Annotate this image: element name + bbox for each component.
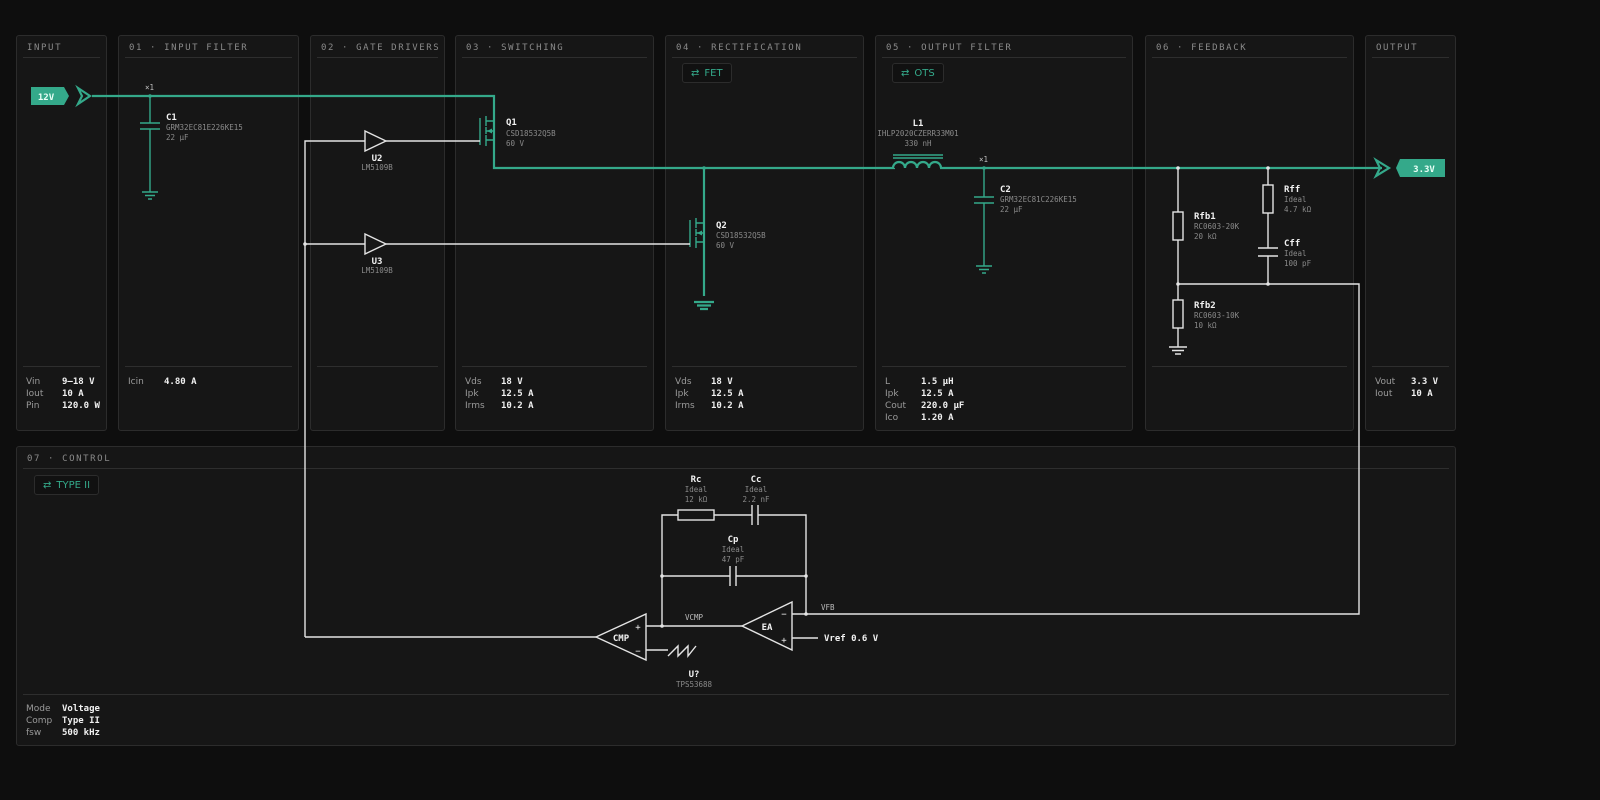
svg-text:+: + xyxy=(635,623,641,633)
q2-part: CSD18532Q5B xyxy=(716,231,766,240)
input-port[interactable]: 12V xyxy=(31,84,92,108)
u7-ref: U? xyxy=(689,670,700,680)
net-vfb: VFB xyxy=(821,603,835,612)
cp-value: 47 pF xyxy=(722,555,745,564)
rfb2-ref: Rfb2 xyxy=(1194,301,1216,311)
q1-value: 60 V xyxy=(506,139,525,148)
c2-part: GRM32EC81C226KE15 xyxy=(1000,195,1077,204)
q1-ref: Q1 xyxy=(506,118,517,128)
feedback-divider xyxy=(806,166,1360,615)
svg-text:+: + xyxy=(781,636,787,646)
inductor-l1[interactable]: L1 IHLP2020CZERR33M01 330 nH xyxy=(877,119,959,169)
net-vcmp: VCMP xyxy=(685,613,704,622)
ea-label: EA xyxy=(762,623,773,633)
cp-ref: Cp xyxy=(728,535,739,545)
capacitor-cp[interactable]: Cp Ideal 47 pF xyxy=(722,535,745,586)
capacitor-cc[interactable]: Cc Ideal 2.2 nF xyxy=(742,475,770,525)
c1-ref: C1 xyxy=(166,113,177,123)
l1-value: 330 nH xyxy=(904,139,932,148)
cc-ref: Cc xyxy=(751,475,762,485)
rc-ref: Rc xyxy=(691,475,702,485)
rc-part: Ideal xyxy=(685,485,708,494)
rff-part: Ideal xyxy=(1284,195,1307,204)
c1-multiplier: ×1 xyxy=(145,83,154,92)
output-port[interactable]: 3.3V xyxy=(1373,157,1445,179)
driver-u3[interactable]: U3 LM5109B xyxy=(361,232,393,275)
rff-ref: Rff xyxy=(1284,185,1300,195)
c2-ref: C2 xyxy=(1000,185,1011,195)
cff-value: 100 pF xyxy=(1284,259,1312,268)
driver-u2[interactable]: U2 LM5109B xyxy=(361,129,393,172)
cc-value: 2.2 nF xyxy=(742,495,770,504)
q1-part: CSD18532Q5B xyxy=(506,129,556,138)
capacitor-c1[interactable]: ×1 C1 GRM32EC81E226KE15 22 µF xyxy=(140,83,243,200)
l1-ref: L1 xyxy=(913,119,924,129)
u2-part: LM5109B xyxy=(361,163,393,172)
wire-vin-to-switch-node xyxy=(92,94,895,170)
u7-part: TPS53688 xyxy=(676,680,713,689)
error-amplifier-ea[interactable]: EA − + Vref 0.6 V xyxy=(740,600,879,652)
cc-part: Ideal xyxy=(745,485,768,494)
resistor-rff[interactable]: Rff Ideal 4.7 kΩ xyxy=(1262,184,1312,214)
output-port-label: 3.3V xyxy=(1413,165,1435,175)
resistor-rfb2[interactable]: Rfb2 RC0603-10K 10 kΩ xyxy=(1172,299,1240,330)
wire-gate-high xyxy=(304,140,480,637)
capacitor-cff[interactable]: Cff Ideal 100 pF xyxy=(1258,239,1312,268)
rc-value: 12 kΩ xyxy=(685,495,708,504)
c2-value: 22 µF xyxy=(1000,205,1023,214)
rfb2-part: RC0603-10K xyxy=(1194,311,1240,320)
svg-text:−: − xyxy=(635,647,641,657)
resistor-rfb1[interactable]: Rfb1 RC0603-20K 20 kΩ xyxy=(1172,211,1240,241)
mosfet-q2[interactable]: Q2 CSD18532Q5B 60 V xyxy=(689,166,766,311)
rff-value: 4.7 kΩ xyxy=(1284,205,1312,214)
q2-ref: Q2 xyxy=(716,221,727,231)
input-port-label: 12V xyxy=(38,93,55,103)
controller-u7[interactable]: U? TPS53688 xyxy=(676,670,713,689)
c1-part: GRM32EC81E226KE15 xyxy=(166,123,243,132)
cmp-label: CMP xyxy=(613,634,630,644)
cff-part: Ideal xyxy=(1284,249,1307,258)
capacitor-c2[interactable]: ×1 C2 GRM32EC81C226KE15 22 µF xyxy=(974,155,1077,274)
rfb1-value: 20 kΩ xyxy=(1194,232,1217,241)
cp-part: Ideal xyxy=(722,545,745,554)
rfb2-value: 10 kΩ xyxy=(1194,321,1217,330)
rfb1-ref: Rfb1 xyxy=(1194,212,1216,222)
c2-multiplier: ×1 xyxy=(979,155,988,164)
cff-ref: Cff xyxy=(1284,239,1300,249)
c1-value: 22 µF xyxy=(166,133,189,142)
l1-part: IHLP2020CZERR33M01 xyxy=(877,129,958,138)
mosfet-q1[interactable]: Q1 CSD18532Q5B 60 V xyxy=(479,116,556,148)
u3-part: LM5109B xyxy=(361,266,393,275)
rfb1-part: RC0603-20K xyxy=(1194,222,1240,231)
q2-value: 60 V xyxy=(716,241,735,250)
resistor-rc[interactable]: Rc Ideal 12 kΩ xyxy=(677,475,715,521)
schematic-canvas: .pw{stroke:#34a98a;stroke-width:2.2;fill… xyxy=(31,83,1445,689)
vref-label: Vref 0.6 V xyxy=(824,634,879,644)
comparator-cmp[interactable]: CMP + − xyxy=(594,612,697,662)
svg-text:−: − xyxy=(781,610,787,620)
